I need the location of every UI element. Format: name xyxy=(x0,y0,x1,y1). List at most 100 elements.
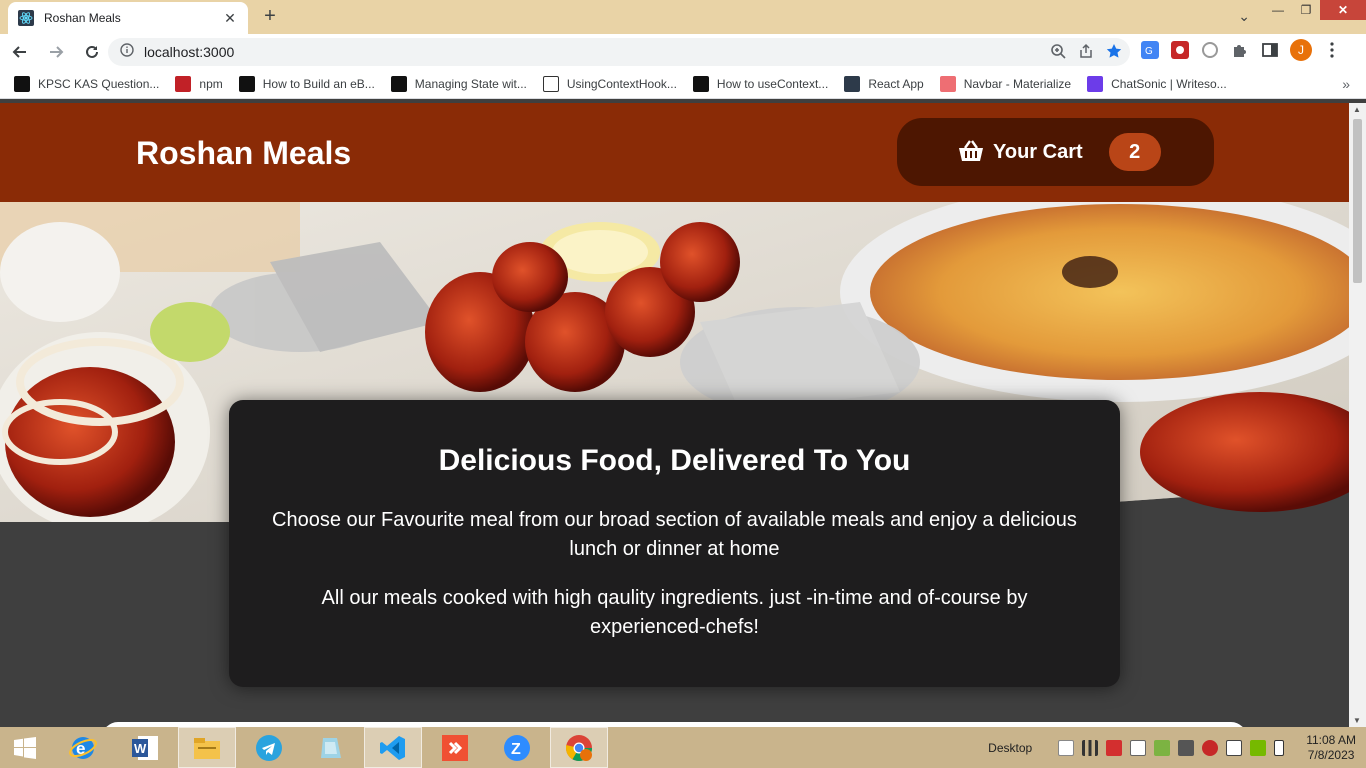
bookmark-label: ChatSonic | Writeso... xyxy=(1111,77,1227,91)
tab-title: Roshan Meals xyxy=(44,11,121,25)
internet-explorer-icon[interactable]: e xyxy=(54,727,112,768)
bookmark-label: Navbar - Materialize xyxy=(963,77,1072,91)
cart-button[interactable]: Your Cart 2 xyxy=(897,118,1214,186)
volume-icon[interactable] xyxy=(1130,739,1147,756)
telegram-icon[interactable] xyxy=(240,727,298,768)
bookmark-item[interactable]: Managing State wit... xyxy=(390,76,527,92)
bookmark-favicon-icon xyxy=(939,76,956,92)
bookmark-favicon-icon xyxy=(542,76,559,92)
svg-text:G: G xyxy=(1145,46,1153,57)
bookmark-item[interactable]: How to Build an eB... xyxy=(238,76,375,92)
back-button[interactable] xyxy=(4,36,36,68)
react-favicon-icon xyxy=(18,10,34,26)
bookmark-favicon-icon xyxy=(844,76,861,92)
extension-circle-icon[interactable] xyxy=(1200,40,1220,60)
address-bar[interactable]: localhost:3000 xyxy=(108,38,1130,66)
summary-card: Delicious Food, Delivered To You Choose … xyxy=(229,400,1120,687)
git-icon[interactable] xyxy=(426,727,484,768)
bookmark-label: KPSC KAS Question... xyxy=(38,77,160,91)
bookmark-label: React App xyxy=(868,77,924,91)
bookmark-favicon-icon xyxy=(390,76,407,92)
summary-paragraph-1: Choose our Favourite meal from our broad… xyxy=(272,509,1077,560)
scroll-down-arrow-icon[interactable]: ▼ xyxy=(1353,716,1361,725)
bookmarks-bar: KPSC KAS Question... npm How to Build an e… xyxy=(0,70,1366,99)
zoom-icon[interactable] xyxy=(1050,43,1066,64)
summary-paragraph-2: All our meals cooked with high qaulity i… xyxy=(321,587,1028,638)
extensions-area: G J xyxy=(1140,39,1342,61)
new-tab-button[interactable]: + xyxy=(258,6,282,28)
bookmark-item[interactable]: KPSC KAS Question... xyxy=(14,76,159,92)
bookmark-item[interactable]: npm xyxy=(175,76,223,92)
bookmark-item[interactable]: How to useContext... xyxy=(692,76,829,92)
google-translate-icon[interactable]: G xyxy=(1140,40,1160,60)
clock[interactable]: 11:08 AM 7/8/2023 xyxy=(1306,733,1356,763)
app-header: Roshan Meals Your Cart 2 xyxy=(0,103,1349,202)
svg-text:W: W xyxy=(134,741,147,756)
clock-date: 7/8/2023 xyxy=(1307,747,1355,762)
bookmark-favicon-icon xyxy=(14,76,30,92)
bookmark-label: How to Build an eB... xyxy=(262,77,375,91)
tray-lock-icon[interactable] xyxy=(1178,739,1195,756)
window-close-button[interactable]: ✕ xyxy=(1320,0,1366,20)
bookmark-item[interactable]: ChatSonic | Writeso... xyxy=(1087,76,1227,92)
scrollbar-thumb[interactable] xyxy=(1353,119,1362,283)
chrome-taskbar-icon[interactable] xyxy=(550,727,608,768)
app-icon-glass[interactable] xyxy=(302,727,360,768)
bookmark-favicon-icon xyxy=(175,76,192,92)
google-drive-icon[interactable] xyxy=(1058,739,1075,756)
cart-label: Your Cart xyxy=(993,140,1083,163)
action-center-flag-icon[interactable] xyxy=(1226,739,1243,756)
network-signal-icon[interactable] xyxy=(1082,739,1099,756)
summary-heading: Delicious Food, Delivered To You xyxy=(438,444,911,477)
url-text: localhost:3000 xyxy=(144,44,235,60)
bookmark-item[interactable]: React App xyxy=(844,76,924,92)
bookmark-favicon-icon xyxy=(238,76,255,92)
bookmark-favicon-icon xyxy=(1087,76,1104,92)
window-controls: — ❐ ✕ xyxy=(1264,0,1366,22)
bookmark-label: Managing State wit... xyxy=(414,77,527,91)
browser-tab-strip: Roshan Meals ✕ + ⌄ — ❐ ✕ xyxy=(0,0,1366,34)
nvidia-icon[interactable] xyxy=(1250,739,1267,756)
share-icon[interactable] xyxy=(1078,43,1094,64)
restore-button[interactable]: ❐ xyxy=(1292,0,1320,20)
zoom-app-icon[interactable]: Z xyxy=(488,727,546,768)
cart-count-badge: 2 xyxy=(1108,133,1161,171)
bookmark-label: UsingContextHook... xyxy=(566,77,677,91)
windows-taskbar: e W Z Desktop 11:08 AM 7/8/2023 xyxy=(0,727,1366,768)
bookmark-label: How to useContext... xyxy=(716,77,829,91)
profile-avatar[interactable]: J xyxy=(1290,39,1312,61)
bookmark-item[interactable]: UsingContextHook... xyxy=(542,76,677,92)
bookmark-favicon-icon xyxy=(692,76,709,92)
desktop-toolbar-label[interactable]: Desktop xyxy=(988,741,1032,755)
side-panel-icon[interactable] xyxy=(1260,40,1280,60)
brand-title: Roshan Meals xyxy=(136,135,352,171)
tray-app-red-icon[interactable] xyxy=(1202,739,1219,756)
tray-red-icon[interactable] xyxy=(1106,739,1123,756)
file-explorer-icon[interactable] xyxy=(178,727,236,768)
tab-close-icon[interactable]: ✕ xyxy=(222,10,238,27)
page-scrollbar[interactable]: ▲ ▼ xyxy=(1349,103,1366,727)
reload-button[interactable] xyxy=(76,36,108,68)
word-icon[interactable]: W xyxy=(116,727,174,768)
page-viewport: Roshan Meals Your Cart 2 Delicious Food,… xyxy=(0,103,1349,727)
clock-time: 11:08 AM xyxy=(1306,732,1356,747)
browser-tab[interactable]: Roshan Meals ✕ xyxy=(8,2,248,34)
svg-text:Z: Z xyxy=(511,741,521,758)
bookmarks-overflow-icon[interactable]: » xyxy=(1342,76,1350,92)
battery-icon[interactable] xyxy=(1274,739,1285,756)
tray-green-icon[interactable] xyxy=(1154,739,1171,756)
vscode-icon[interactable] xyxy=(364,727,422,768)
scroll-up-arrow-icon[interactable]: ▲ xyxy=(1353,105,1361,114)
minimize-button[interactable]: — xyxy=(1264,0,1292,20)
start-button[interactable] xyxy=(0,727,50,768)
chrome-menu-icon[interactable] xyxy=(1322,40,1342,60)
bookmark-label: npm xyxy=(199,77,223,91)
bookmark-item[interactable]: Navbar - Materialize xyxy=(939,76,1072,92)
forward-button[interactable] xyxy=(40,36,72,68)
tab-search-chevron-icon[interactable]: ⌄ xyxy=(1238,8,1250,25)
browser-toolbar: localhost:3000 G J xyxy=(0,34,1366,70)
site-info-icon[interactable] xyxy=(120,42,134,62)
bookmark-star-icon[interactable] xyxy=(1106,43,1122,64)
extension-red-icon[interactable] xyxy=(1170,40,1190,60)
extensions-puzzle-icon[interactable] xyxy=(1230,40,1250,60)
